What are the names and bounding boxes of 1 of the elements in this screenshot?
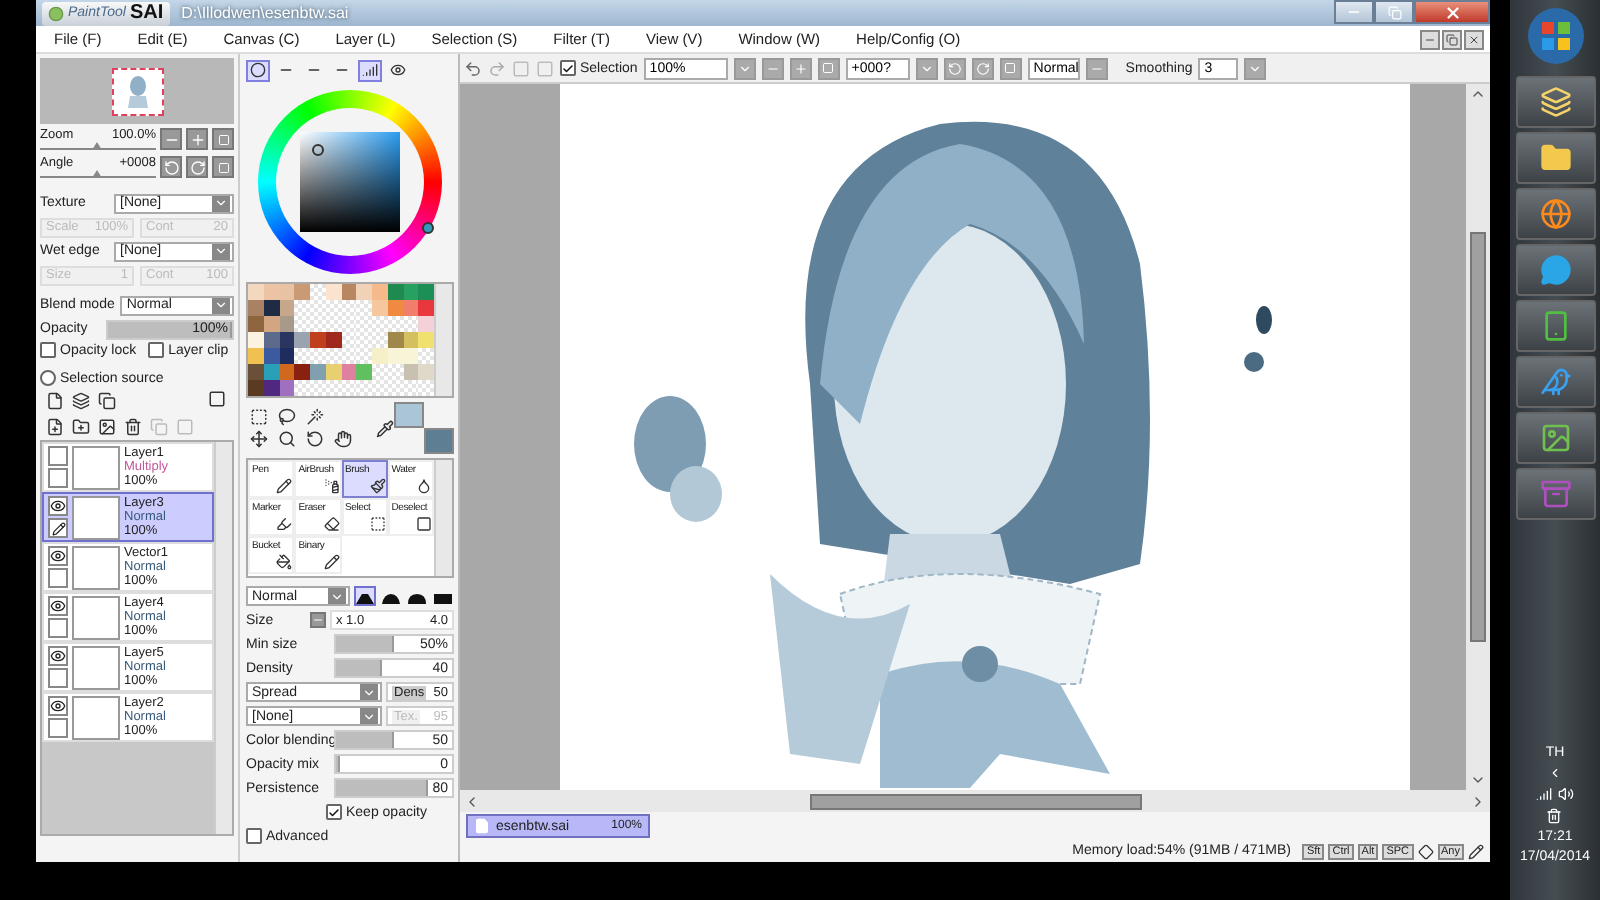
window-title: D:\Illodwen\esenbtw.sai	[181, 4, 349, 22]
